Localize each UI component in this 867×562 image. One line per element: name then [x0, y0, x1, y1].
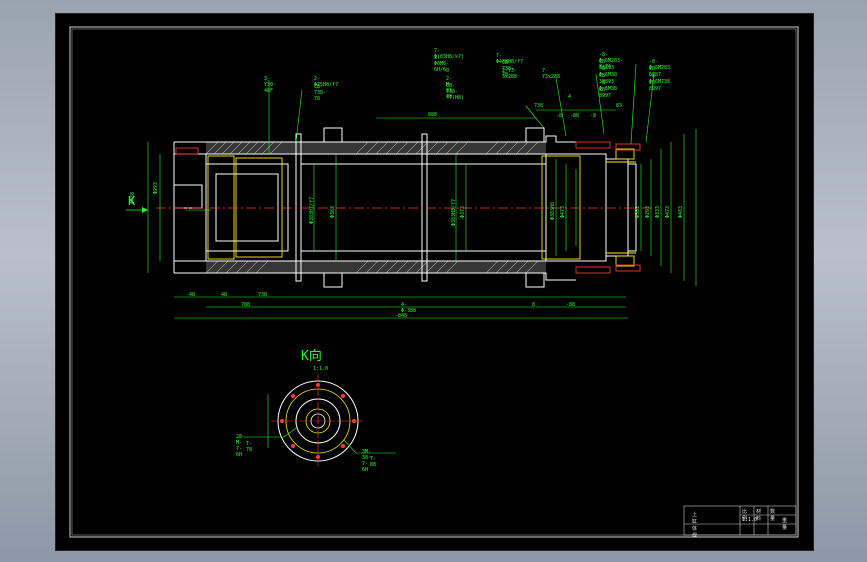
- inner-frame: [71, 28, 797, 536]
- dia-11: Φ333: [655, 205, 661, 218]
- dia-1: Φ438: [130, 191, 136, 204]
- callout-top-r-6: CB-8997: [599, 87, 612, 99]
- callout-top-rr-4: CB-8997: [649, 80, 662, 92]
- dia-4: Φ383: [330, 205, 336, 218]
- bolt-label-4: T-88: [370, 456, 377, 468]
- dia-6: Φ373: [460, 205, 466, 218]
- cylinder-assembly: [126, 63, 697, 319]
- title-block-name: 上缸体焊: [692, 512, 698, 539]
- dim-total: -848: [395, 313, 408, 319]
- dim-top-5: -8: [590, 113, 597, 119]
- k-view: [244, 374, 396, 468]
- dia-13: Φ483: [678, 205, 684, 218]
- dia-12: Φ473: [665, 205, 671, 218]
- callout-top-c-3: 2-Y3-3x288: [502, 68, 518, 80]
- callout-top-mid-4: CB-738-77(H8): [446, 83, 465, 101]
- dim-bot-4: 788: [241, 302, 251, 308]
- callout-top-c-4: 7-Y3x288: [542, 68, 561, 80]
- dim-top-6: 83: [616, 103, 623, 109]
- dim-bot-1: -48: [186, 292, 196, 298]
- dim-bot-7: -88: [566, 302, 576, 308]
- dia-10: Φ293: [645, 205, 651, 218]
- dim-top-3: -8: [556, 113, 563, 119]
- dia-8: Φ473: [560, 205, 566, 218]
- cad-drawing: [69, 26, 799, 538]
- dim-bot-6: 8: [532, 302, 536, 308]
- dim-bot-2: 48: [221, 292, 228, 298]
- title-block-qty-label: 数量: [770, 509, 776, 522]
- dim-top-1: 888: [428, 112, 438, 118]
- bolts: [175, 141, 641, 274]
- dim-top-4: -88: [570, 113, 580, 119]
- dim-bot-3: 738: [258, 292, 268, 298]
- bolt-label-2: T-78: [246, 441, 253, 453]
- callout-top-mid-2: 2-Φ0M6-6H/6g: [434, 55, 450, 73]
- callout-top-left-3: CB-738-78: [314, 84, 327, 102]
- bolt-label-1: 28-M-7-6H: [236, 434, 246, 458]
- section-view-scale: 1:1.0: [313, 366, 329, 372]
- dia-3: Φ383H7/f7: [309, 196, 315, 224]
- dia-7: Φ383H8: [550, 201, 556, 220]
- callout-top-left-1: 3-Y30-48F: [264, 76, 277, 94]
- title-block: [683, 505, 797, 536]
- outer-frame: [69, 26, 799, 538]
- drawing-sheet: K K向 1:1.0 3-Y30-48F 2-Φ75H8/f7 CB-738-7…: [55, 13, 814, 551]
- section-view-title: K向: [301, 349, 322, 364]
- dia-5: Φ383H8/f7: [451, 198, 457, 226]
- title-block-weight-label: 重量: [782, 518, 788, 531]
- dim-top-7: 4: [568, 94, 572, 100]
- dim-top-2: 738: [534, 103, 544, 109]
- dia-9: Φ383: [635, 205, 641, 218]
- title-block-scale-value: 1:1.0: [742, 517, 758, 523]
- dia-2: Φ293: [153, 181, 159, 194]
